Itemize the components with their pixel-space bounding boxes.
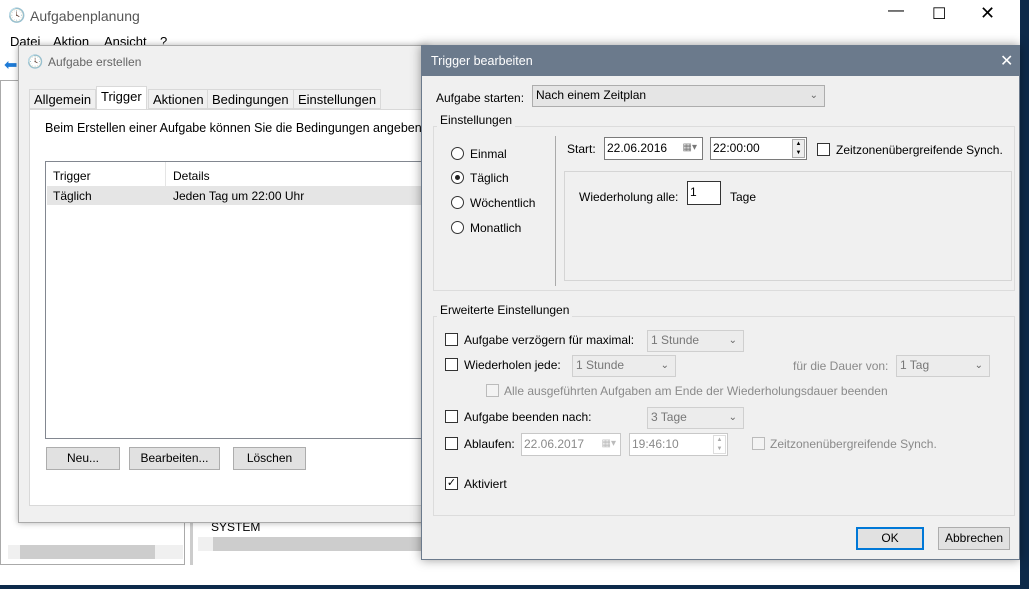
expire-date-value: 22.06.2017 — [524, 437, 585, 451]
chevron-down-icon: ⌄ — [728, 412, 737, 423]
create-task-dialog: 🕓 Aufgabe erstellen Allgemein Trigger Ak… — [18, 45, 445, 523]
tab-bedingungen[interactable]: Bedingungen — [207, 89, 294, 109]
radio-woechentlich[interactable] — [451, 196, 464, 209]
chevron-down-icon: ⌄ — [974, 360, 983, 371]
chevron-down-icon: ⌄ — [809, 90, 818, 101]
delete-button[interactable]: Löschen — [233, 447, 306, 470]
repeat-unit-label: Tage — [730, 190, 757, 204]
stop-after-value: 3 Tage — [651, 410, 687, 424]
expire-time-spinner[interactable]: 19:46:10 ▲ ▼ — [629, 433, 728, 456]
trigger-table: Trigger Details Täglich Jeden Tag um 22:… — [45, 161, 430, 439]
edit-button[interactable]: Bearbeiten... — [129, 447, 220, 470]
repeat-label: Wiederholung alle: — [579, 190, 679, 204]
chevron-down-icon: ⌄ — [660, 360, 669, 371]
new-button[interactable]: Neu... — [46, 447, 120, 470]
start-label: Start: — [567, 142, 596, 156]
start-time-value: 22:00:00 — [713, 141, 760, 155]
duration-value: 1 Tag — [900, 358, 930, 372]
spinner-arrows-icon[interactable]: ▲ ▼ — [792, 139, 805, 158]
duration-label: für die Dauer von: — [793, 359, 889, 373]
chevron-down-icon: ⌄ — [728, 335, 737, 346]
enabled-checkbox[interactable]: ✓ — [445, 477, 458, 490]
dialog-title: Aufgabe erstellen — [48, 55, 142, 69]
start-date-picker[interactable]: 22.06.2016 ▦▾ — [604, 137, 703, 160]
start-date-value: 22.06.2016 — [607, 141, 668, 155]
trigger-tab-panel: Beim Erstellen einer Aufgabe können Sie … — [29, 109, 445, 506]
spinner-arrows-icon[interactable]: ▲ ▼ — [713, 435, 726, 454]
radio-taeglich[interactable] — [451, 171, 464, 184]
delay-select[interactable]: 1 Stunde ⌄ — [647, 330, 744, 352]
expire-date-picker[interactable]: 22.06.2017 ▦▾ — [521, 433, 621, 456]
column-header-details[interactable]: Details — [173, 169, 210, 183]
stop-after-label[interactable]: Aufgabe beenden nach: — [464, 410, 591, 424]
dialog-title-bar: Trigger bearbeiten ✕ — [422, 46, 1019, 76]
close-button[interactable]: ✕ — [980, 3, 995, 24]
radio-taeglich-label[interactable]: Täglich — [470, 171, 509, 185]
start-task-label: Aufgabe starten: — [436, 91, 525, 105]
window-title: Aufgabenplanung — [30, 8, 140, 24]
tab-allgemein[interactable]: Allgemein — [29, 89, 97, 109]
dialog-title: Trigger bearbeiten — [431, 54, 533, 68]
repeat-every-select[interactable]: 1 Stunde ⌄ — [572, 355, 676, 377]
radio-monatlich-label[interactable]: Monatlich — [470, 221, 521, 235]
stop-all-checkbox[interactable] — [486, 384, 499, 397]
cancel-button[interactable]: Abbrechen — [938, 527, 1010, 550]
repeat-every-checkbox[interactable] — [445, 358, 458, 371]
repeat-every-label[interactable]: Wiederholen jede: — [464, 358, 561, 372]
delay-checkbox[interactable] — [445, 333, 458, 346]
radio-monatlich[interactable] — [451, 221, 464, 234]
enabled-label[interactable]: Aktiviert — [464, 477, 507, 491]
separator — [555, 136, 556, 286]
maximize-button[interactable]: ☐ — [932, 4, 946, 24]
expire-time-value: 19:46:10 — [632, 437, 679, 451]
description-text: Beim Erstellen einer Aufgabe können Sie … — [45, 121, 446, 135]
clock-icon: 🕓 — [27, 54, 44, 69]
repeat-days-input[interactable]: 1 — [687, 181, 721, 205]
minimize-button[interactable]: — — [888, 2, 904, 20]
expire-sync-checkbox[interactable] — [752, 437, 765, 450]
settings-group-label: Einstellungen — [437, 113, 516, 127]
cell-trigger: Täglich — [53, 189, 92, 203]
expire-sync-label: Zeitzonenübergreifende Synch. — [770, 437, 937, 451]
expire-checkbox[interactable] — [445, 437, 458, 450]
stop-after-checkbox[interactable] — [445, 410, 458, 423]
radio-einmal[interactable] — [451, 147, 464, 160]
start-task-select[interactable]: Nach einem Zeitplan ⌄ — [532, 85, 825, 107]
advanced-group-label: Erweiterte Einstellungen — [437, 303, 573, 317]
delay-label[interactable]: Aufgabe verzögern für maximal: — [464, 333, 634, 347]
close-icon[interactable]: ✕ — [1000, 51, 1013, 71]
sync-label: Zeitzonenübergreifende Synch. — [836, 143, 1003, 157]
column-header-trigger[interactable]: Trigger — [53, 169, 91, 183]
tab-einstellungen[interactable]: Einstellungen — [293, 89, 382, 109]
bottom-scrollbar[interactable] — [198, 537, 428, 551]
expire-label[interactable]: Ablaufen: — [464, 437, 515, 451]
clock-icon: 🕓 — [8, 7, 26, 23]
radio-einmal-label[interactable]: Einmal — [470, 147, 507, 161]
back-arrow-icon[interactable]: ⬅ — [4, 55, 17, 75]
stop-after-select[interactable]: 3 Tage ⌄ — [647, 407, 744, 429]
table-row[interactable]: Täglich Jeden Tag um 22:00 Uhr — [47, 186, 430, 205]
recurrence-panel: Wiederholung alle: 1 Tage — [564, 171, 1012, 281]
repeat-every-value: 1 Stunde — [576, 358, 625, 372]
calendar-icon[interactable]: ▦▾ — [683, 138, 697, 158]
start-time-spinner[interactable]: 22:00:00 ▲ ▼ — [710, 137, 807, 160]
delay-value: 1 Stunde — [651, 333, 700, 347]
edit-trigger-dialog: Trigger bearbeiten ✕ Aufgabe starten: Na… — [421, 45, 1020, 560]
calendar-icon[interactable]: ▦▾ — [602, 434, 616, 454]
start-task-value: Nach einem Zeitplan — [536, 88, 647, 102]
ok-button[interactable]: OK — [856, 527, 924, 550]
cell-details: Jeden Tag um 22:00 Uhr — [173, 189, 305, 203]
sync-checkbox[interactable] — [817, 143, 830, 156]
stop-all-label: Alle ausgeführten Aufgaben am Ende der W… — [504, 384, 888, 398]
radio-woechentlich-label[interactable]: Wöchentlich — [470, 196, 535, 210]
tab-trigger[interactable]: Trigger — [96, 86, 147, 110]
duration-select[interactable]: 1 Tag ⌄ — [896, 355, 990, 377]
left-scrollbar[interactable] — [8, 545, 183, 559]
tab-aktionen[interactable]: Aktionen — [148, 89, 209, 109]
